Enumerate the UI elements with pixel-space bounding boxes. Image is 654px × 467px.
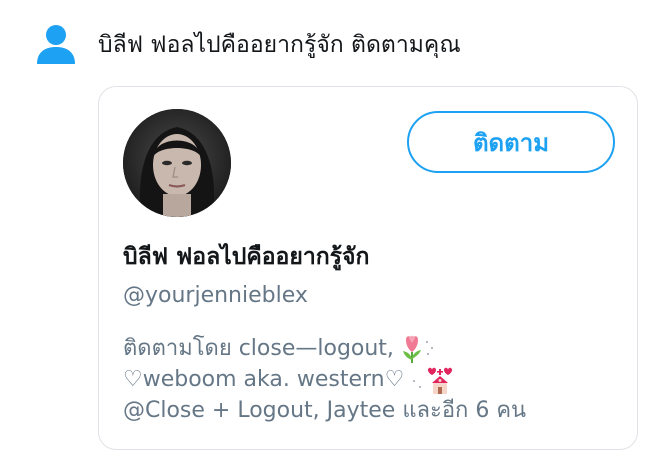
followed-by-line: @Close + Logout, Jaytee และอีก 6 คน [123, 398, 527, 423]
follow-notification[interactable]: บิลีฟ ฟอลไปคืออยากรู้จัก ติดตามคุณ [36, 24, 461, 66]
church-hearts-icon [408, 365, 454, 395]
user-handle[interactable]: @yourjennieblex [123, 283, 308, 308]
follow-button[interactable]: ติดตาม [407, 111, 615, 173]
followed-by-line: ติดตามโดย close—logout, [123, 333, 623, 364]
person-icon [37, 25, 75, 64]
avatar[interactable] [123, 109, 231, 217]
display-name[interactable]: บิลีฟ ฟอลไปคืออยากรู้จัก [123, 239, 369, 275]
notification-text: บิลีฟ ฟอลไปคืออยากรู้จัก ติดตามคุณ [98, 32, 461, 58]
followed-by-text: ติดตามโดย close—logout, ♡weboom aka. wes… [123, 333, 623, 426]
user-card[interactable]: ติดตาม บิลีฟ ฟอลไปคืออยากรู้จัก @yourjen… [98, 86, 638, 450]
followed-by-line: ♡weboom aka. western♡ [123, 364, 623, 395]
tulip-icon [398, 334, 438, 364]
